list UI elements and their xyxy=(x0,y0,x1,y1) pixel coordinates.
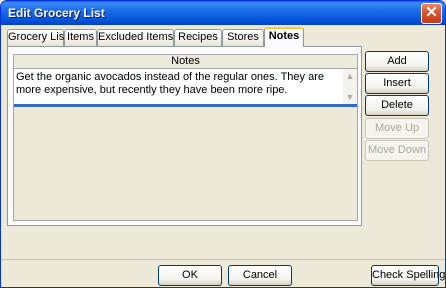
scroll-down-icon[interactable]: ▼ xyxy=(344,91,356,103)
tab-excluded-items[interactable]: Excluded Items xyxy=(97,29,174,46)
move-down-button[interactable]: Move Down xyxy=(365,140,429,161)
footer-divider xyxy=(1,259,445,260)
check-spelling-button[interactable]: Check Spelling xyxy=(371,265,445,286)
add-button[interactable]: Add xyxy=(365,51,429,72)
close-icon[interactable]: ✕ xyxy=(421,3,442,24)
cancel-button[interactable]: Cancel xyxy=(228,265,292,286)
notes-tab-panel: Notes Get the organic avocados instead o… xyxy=(7,46,362,226)
tab-notes[interactable]: Notes xyxy=(264,27,304,47)
scroll-up-icon[interactable]: ▲ xyxy=(344,70,356,82)
edit-grocery-list-dialog: Edit Grocery List ✕ Grocery List Items E… xyxy=(0,0,446,288)
note-text[interactable]: Get the organic avocados instead of the … xyxy=(16,71,341,97)
insert-button[interactable]: Insert xyxy=(365,73,429,94)
tab-stores[interactable]: Stores xyxy=(222,29,264,46)
notes-grid: Notes Get the organic avocados instead o… xyxy=(13,54,358,221)
note-row[interactable]: Get the organic avocados instead of the … xyxy=(14,69,357,104)
tab-grocery-list[interactable]: Grocery List xyxy=(7,29,67,46)
ok-button[interactable]: OK xyxy=(158,265,222,286)
window-title: Edit Grocery List xyxy=(8,6,105,20)
tab-items[interactable]: Items xyxy=(64,29,97,46)
note-scrollbar[interactable]: ▲ ▼ xyxy=(343,69,357,104)
notes-column-header[interactable]: Notes xyxy=(14,55,357,69)
delete-button[interactable]: Delete xyxy=(365,95,429,116)
move-up-button[interactable]: Move Up xyxy=(365,118,429,139)
row-selection-bar xyxy=(14,104,357,107)
title-bar[interactable]: Edit Grocery List ✕ xyxy=(1,1,445,25)
tab-recipes[interactable]: Recipes xyxy=(174,29,222,46)
